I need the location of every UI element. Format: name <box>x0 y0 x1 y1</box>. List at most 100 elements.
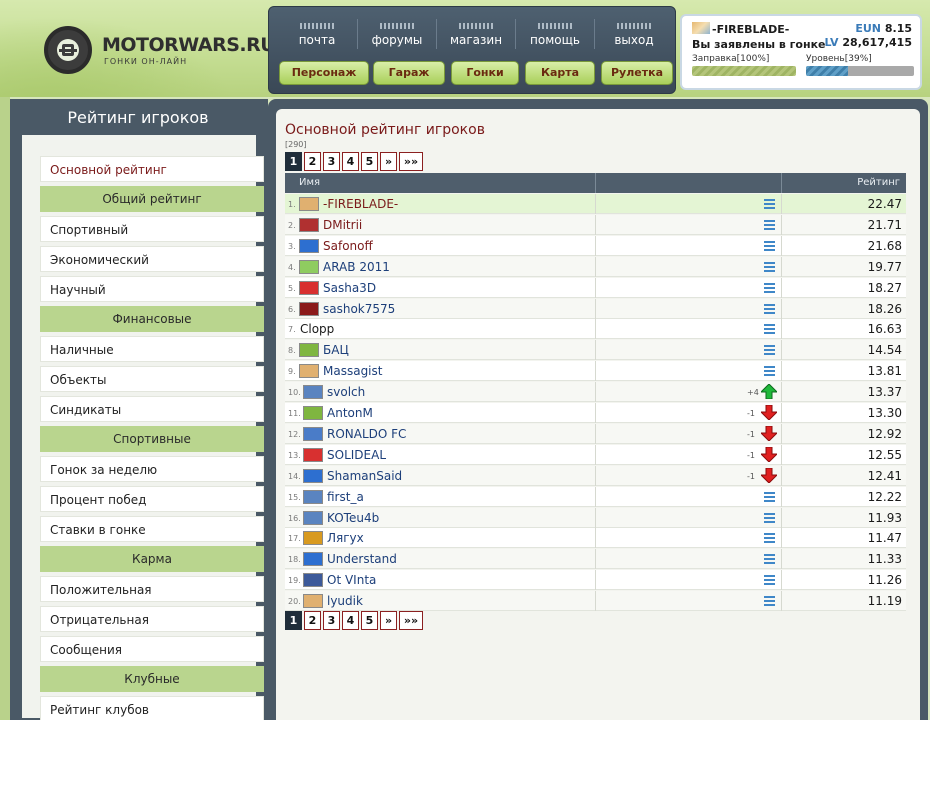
player-count: [290] <box>285 140 307 149</box>
top-page-link[interactable]: »» <box>399 152 423 171</box>
player-name-link[interactable]: ShamanSaid <box>327 469 402 483</box>
currency-eun: EUN 8.15 <box>855 22 912 35</box>
player-flag-icon <box>299 364 319 379</box>
bottom-page-link[interactable]: 3 <box>323 611 340 630</box>
player-rating: 11.26 <box>867 573 902 588</box>
player-flag-icon <box>303 531 323 546</box>
nav-mail-label: почта <box>298 33 336 47</box>
top-navigation: почта форумы магазин помощь выход Персон… <box>268 6 676 94</box>
sidebar-item[interactable]: Гонок за неделю <box>40 456 264 482</box>
page-title: Основной рейтинг игроков <box>285 122 485 138</box>
sidebar-item[interactable]: Процент побед <box>40 486 264 512</box>
nav-shop-label: магазин <box>449 33 503 47</box>
player-rating: 11.33 <box>867 552 902 567</box>
sidebar-item[interactable]: Экономический <box>40 246 264 272</box>
nav-stripes-icon <box>617 23 651 29</box>
nav-forums-label: форумы <box>371 33 423 47</box>
player-name-link[interactable]: Sasha3D <box>323 281 376 295</box>
sidebar-item[interactable]: Отрицательная <box>40 606 264 632</box>
column-name-header: Имя <box>299 177 321 188</box>
user-panel: -FIREBLADE- Вы заявлены в гонке EUN 8.15… <box>680 14 922 90</box>
row-rank: 1. <box>288 200 296 209</box>
player-name-link[interactable]: ARAB 2011 <box>323 260 390 274</box>
player-name-link[interactable]: svolch <box>327 385 365 399</box>
player-name-link[interactable]: Understand <box>327 552 397 566</box>
player-name-link[interactable]: SOLIDEAL <box>327 448 386 462</box>
table-row: 16. KOTeu4b 11.93 <box>285 507 906 528</box>
trend-same-icon <box>764 345 775 356</box>
player-name-link[interactable]: DMitrii <box>323 218 362 232</box>
nav-help-label: помощь <box>530 33 580 47</box>
sidebar-item[interactable]: Сообщения <box>40 636 264 662</box>
player-flag-icon <box>299 238 319 253</box>
rank-change: -1 <box>747 471 755 481</box>
top-page-link[interactable]: 3 <box>323 152 340 171</box>
sidebar-item[interactable]: Синдикаты <box>40 396 264 422</box>
sidebar-item[interactable]: Спортивный <box>40 216 264 242</box>
sidebar-section-header: Финансовые <box>40 306 264 332</box>
player-name-link[interactable]: sashok7575 <box>323 302 395 316</box>
trend-same-icon <box>764 303 775 314</box>
sidebar-item[interactable]: Ставки в гонке <box>40 516 264 542</box>
player-flag-icon <box>299 280 319 295</box>
top-page-link[interactable]: 4 <box>342 152 359 171</box>
nav-mail-link[interactable]: почта <box>277 15 357 55</box>
character-button[interactable]: Персонаж <box>279 61 369 85</box>
top-page-link[interactable]: 2 <box>304 152 321 171</box>
nav-help-link[interactable]: помощь <box>515 15 595 55</box>
table-row: 3. Safonoff 21.68 <box>285 235 906 256</box>
row-rank: 15. <box>288 492 301 502</box>
trend-same-icon <box>764 240 775 251</box>
bottom-page-link[interactable]: 5 <box>361 611 378 630</box>
trend-same-icon <box>764 533 775 544</box>
site-logo[interactable]: MOTORWARS.RU ГОНКИ ОН-ЛАЙН <box>44 26 276 74</box>
player-rating: 11.47 <box>867 531 902 546</box>
player-name-link[interactable]: Massagist <box>323 364 382 378</box>
trend-same-icon <box>764 219 775 230</box>
player-name-link[interactable]: Clopp <box>300 322 334 336</box>
player-name-link[interactable]: Safonoff <box>323 239 373 253</box>
player-name-link[interactable]: Ot VInta <box>327 573 376 587</box>
player-name-link[interactable]: БАЦ <box>323 343 349 357</box>
bottom-page-link[interactable]: »» <box>399 611 423 630</box>
player-name-link[interactable]: AntonM <box>327 406 373 420</box>
column-rating-header: Рейтинг <box>857 177 900 188</box>
player-name-link[interactable]: RONALDO FC <box>327 427 406 441</box>
nav-forums-link[interactable]: форумы <box>357 15 437 55</box>
top-page-link[interactable]: 1 <box>285 152 302 171</box>
player-rating: 21.71 <box>867 217 902 232</box>
bottom-page-link[interactable]: 4 <box>342 611 359 630</box>
row-rank: 8. <box>288 346 296 356</box>
bottom-page-link[interactable]: 1 <box>285 611 302 630</box>
sidebar-item[interactable]: Объекты <box>40 366 264 392</box>
sidebar-item[interactable]: Научный <box>40 276 264 302</box>
table-row: 7. Clopp 16.63 <box>285 319 906 340</box>
row-rank: 13. <box>288 450 301 460</box>
top-page-link[interactable]: » <box>380 152 397 171</box>
map-button[interactable]: Карта <box>525 61 595 85</box>
row-rank: 11. <box>288 409 301 418</box>
row-rank: 14. <box>288 471 301 481</box>
player-name-link[interactable]: KOTeu4b <box>327 511 379 525</box>
player-rating: 18.26 <box>867 301 902 316</box>
player-name-link[interactable]: lyudik <box>327 594 363 608</box>
garage-button[interactable]: Гараж <box>373 61 445 85</box>
nav-shop-link[interactable]: магазин <box>436 15 516 55</box>
bottom-page-link[interactable]: 2 <box>304 611 321 630</box>
nav-logout-link[interactable]: выход <box>594 15 674 55</box>
player-flag-icon <box>299 301 319 316</box>
sidebar-item[interactable]: Наличные <box>40 336 264 362</box>
player-name-link[interactable]: first_a <box>327 490 364 504</box>
sidebar-section-header: Карма <box>40 546 264 572</box>
sidebar-item[interactable]: Положительная <box>40 576 264 602</box>
bottom-page-link[interactable]: » <box>380 611 397 630</box>
roulette-button[interactable]: Рулетка <box>601 61 673 85</box>
user-name[interactable]: -FIREBLADE- <box>692 22 789 36</box>
sidebar-item[interactable]: Рейтинг клубов <box>40 696 264 722</box>
races-button[interactable]: Гонки <box>451 61 519 85</box>
top-page-link[interactable]: 5 <box>361 152 378 171</box>
player-name-link[interactable]: Лягух <box>327 531 364 545</box>
sidebar-item[interactable]: Основной рейтинг <box>40 156 264 182</box>
level-label: Уровень[39%] <box>806 54 872 64</box>
player-name-link[interactable]: -FIREBLADE- <box>323 197 398 211</box>
